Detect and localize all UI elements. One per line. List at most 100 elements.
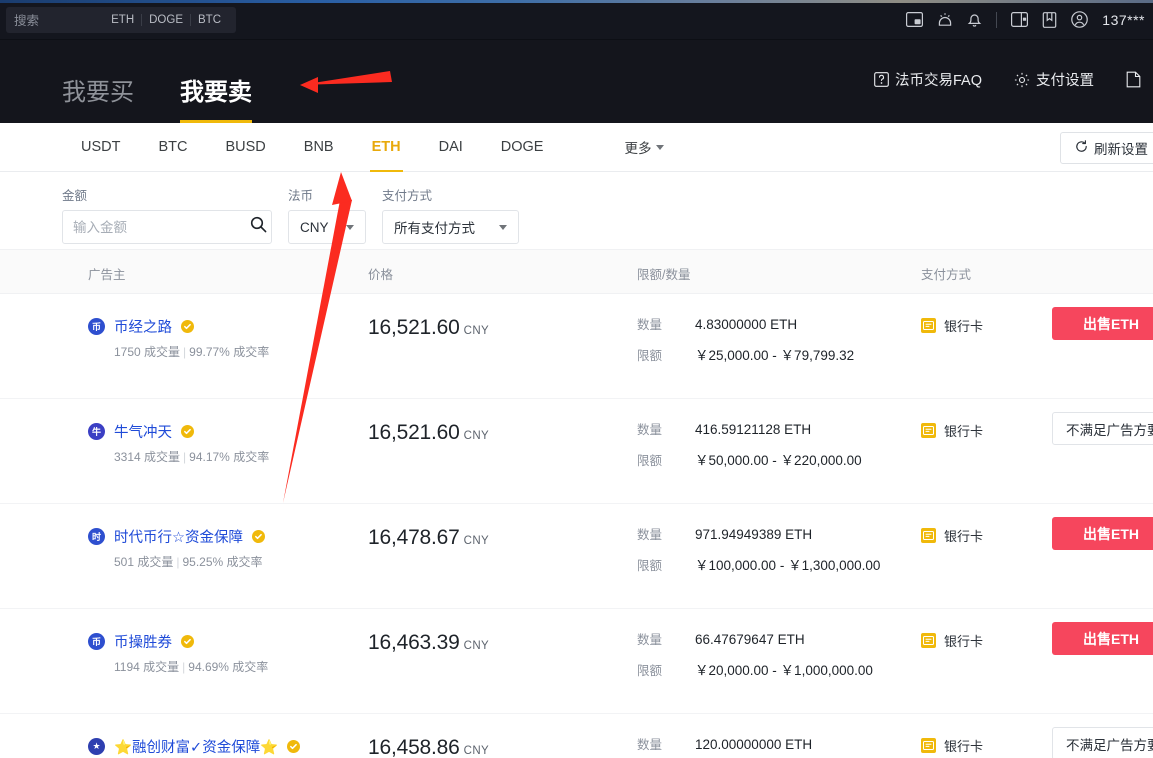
advertiser-cell[interactable]: 币 币经之路: [88, 316, 194, 337]
chevron-down-icon: [656, 144, 665, 150]
coin-more-dropdown[interactable]: 更多: [624, 137, 665, 157]
quantity-value: 416.59121128 ETH: [695, 422, 812, 437]
payment-settings-label: 支付设置: [1036, 73, 1094, 89]
advertiser-name[interactable]: 币经之路: [114, 316, 172, 337]
quantity-row: 数量 416.59121128 ETH: [637, 419, 862, 438]
payment-method-name: 银行卡: [944, 634, 984, 649]
limit-value: ￥25,000.00 - ￥79,799.32: [695, 348, 855, 363]
limit-label: 限额: [637, 454, 663, 468]
advertiser-cell[interactable]: 币 币操胜券: [88, 631, 194, 652]
coin-tab-busd[interactable]: BUSD: [206, 123, 284, 172]
column-header-payment: 支付方式: [921, 268, 972, 282]
verified-badge-icon: [252, 530, 265, 543]
amount-filter-group: 金额: [62, 185, 272, 244]
wallet-icon[interactable]: [1011, 12, 1029, 27]
payment-select-value: 所有支付方式: [394, 221, 475, 236]
orders-link[interactable]: [1126, 71, 1147, 88]
limit-qty-cell: 数量 971.94949389 ETH 限额 ￥100,000.00 - ￥1,…: [637, 524, 880, 585]
table-row: 币 币经之路 1750 成交量 | 99.77% 成交率 16,521.60 CNY …: [0, 294, 1153, 399]
bell-icon[interactable]: [967, 12, 982, 28]
quantity-value: 971.94949389 ETH: [695, 527, 813, 542]
price-amount: 16,463.39: [368, 631, 460, 654]
browser-quick-chips: ETH DOGE BTC: [104, 13, 228, 26]
question-box-icon: [874, 72, 889, 87]
quick-chip-btc[interactable]: BTC: [190, 13, 228, 26]
coin-tab-doge[interactable]: DOGE: [482, 123, 563, 172]
fiat-filter-label: 法币: [288, 189, 314, 203]
refresh-settings-button[interactable]: 刷新设置: [1060, 132, 1153, 164]
amount-input-wrapper[interactable]: [62, 210, 272, 244]
payment-method-name: 银行卡: [944, 529, 984, 544]
extension-puzzle-icon[interactable]: [937, 12, 953, 28]
picture-in-picture-icon[interactable]: [906, 12, 924, 27]
advertiser-stats: 501 成交量 | 95.25% 成交率: [114, 555, 263, 569]
quantity-label: 数量: [637, 738, 663, 752]
bank-card-icon: [921, 318, 936, 333]
payment-method-name: 银行卡: [944, 424, 984, 439]
coin-tab-dai[interactable]: DAI: [420, 123, 482, 172]
quick-chip-eth[interactable]: ETH: [104, 14, 141, 26]
sell-button[interactable]: 出售ETH: [1052, 307, 1153, 340]
amount-input[interactable]: [73, 219, 250, 235]
price-amount: 16,521.60: [368, 316, 460, 339]
coin-tab-bnb[interactable]: BNB: [285, 123, 353, 172]
limit-value: ￥100,000.00 - ￥1,300,000.00: [695, 558, 881, 573]
verified-badge-icon: [181, 635, 194, 648]
advertiser-stats: 3314 成交量 | 94.17% 成交率: [114, 450, 270, 464]
gear-icon: [1014, 72, 1030, 88]
coin-tab-eth[interactable]: ETH: [353, 123, 420, 172]
limit-qty-cell: 数量 416.59121128 ETH 限额 ￥50,000.00 - ￥220…: [637, 419, 862, 480]
coin-more-label: 更多: [624, 141, 652, 156]
payment-cell: 银行卡: [921, 631, 983, 650]
bookmark-icon[interactable]: [1042, 11, 1057, 28]
sell-button[interactable]: 出售ETH: [1052, 622, 1153, 655]
browser-accent-strip: [0, 0, 1153, 3]
browser-account-label[interactable]: 137***: [1102, 12, 1145, 28]
chevron-down-icon: [346, 224, 354, 230]
advertiser-name[interactable]: 时代币行☆资金保障: [114, 526, 243, 547]
limit-qty-cell: 数量 66.47679647 ETH 限额 ￥20,000.00 - ￥1,00…: [637, 629, 873, 690]
quantity-value: 120.00000000 ETH: [695, 737, 813, 752]
quantity-row: 数量 120.00000000 ETH: [637, 734, 812, 753]
quick-chip-doge[interactable]: DOGE: [141, 13, 190, 26]
quantity-value: 66.47679647 ETH: [695, 632, 805, 647]
bank-card-icon: [921, 423, 936, 438]
fiat-select[interactable]: CNY: [288, 210, 366, 244]
coin-tab-strip: USDT BTC BUSD BNB ETH DAI DOGE 更多 刷新设置: [0, 123, 1153, 172]
verified-badge-icon: [287, 740, 301, 753]
payment-method-select[interactable]: 所有支付方式: [382, 210, 519, 244]
price-currency: CNY: [463, 535, 490, 547]
tab-sell[interactable]: 我要卖: [180, 81, 252, 123]
advertiser-name[interactable]: ⭐融创财富✓资金保障⭐: [114, 736, 278, 757]
payment-filter-label: 支付方式: [382, 189, 433, 203]
advertiser-cell[interactable]: 时 时代币行☆资金保障: [88, 526, 265, 547]
coin-tab-usdt[interactable]: USDT: [62, 123, 139, 172]
advertiser-name[interactable]: 币操胜券: [114, 631, 172, 652]
fiat-filter-group: 法币 CNY: [288, 185, 366, 244]
advertiser-cell[interactable]: 牛 牛气冲天: [88, 421, 194, 442]
browser-toolbar-icons: 137***: [906, 11, 1153, 28]
advertiser-name[interactable]: 牛气冲天: [114, 421, 172, 442]
coin-tab-btc[interactable]: BTC: [139, 123, 206, 172]
fiat-select-value: CNY: [300, 219, 329, 235]
payment-method-name: 银行卡: [944, 739, 984, 754]
price-currency: CNY: [463, 745, 490, 757]
price-cell: 16,521.60 CNY: [368, 421, 489, 445]
limit-label: 限额: [637, 664, 663, 678]
sell-button[interactable]: 出售ETH: [1052, 517, 1153, 550]
advertiser-cell[interactable]: ★ ⭐融创财富✓资金保障⭐: [88, 736, 301, 757]
column-header-advertiser: 广告主: [88, 268, 126, 282]
quantity-label: 数量: [637, 423, 663, 437]
limit-label: 限额: [637, 559, 663, 573]
tab-buy[interactable]: 我要买: [62, 81, 134, 123]
account-circle-icon[interactable]: [1071, 11, 1089, 28]
browser-search-box[interactable]: 搜索 ETH DOGE BTC: [6, 6, 236, 33]
avatar: 币: [88, 633, 105, 650]
faq-link[interactable]: 法币交易FAQ: [874, 69, 982, 90]
table-header: 广告主 价格 限额/数量 支付方式: [0, 250, 1153, 294]
search-icon[interactable]: [250, 216, 267, 238]
price-cell: 16,521.60 CNY: [368, 316, 489, 340]
limit-label: 限额: [637, 349, 663, 363]
payment-settings-link[interactable]: 支付设置: [1014, 69, 1094, 90]
price-amount: 16,478.67: [368, 526, 460, 549]
